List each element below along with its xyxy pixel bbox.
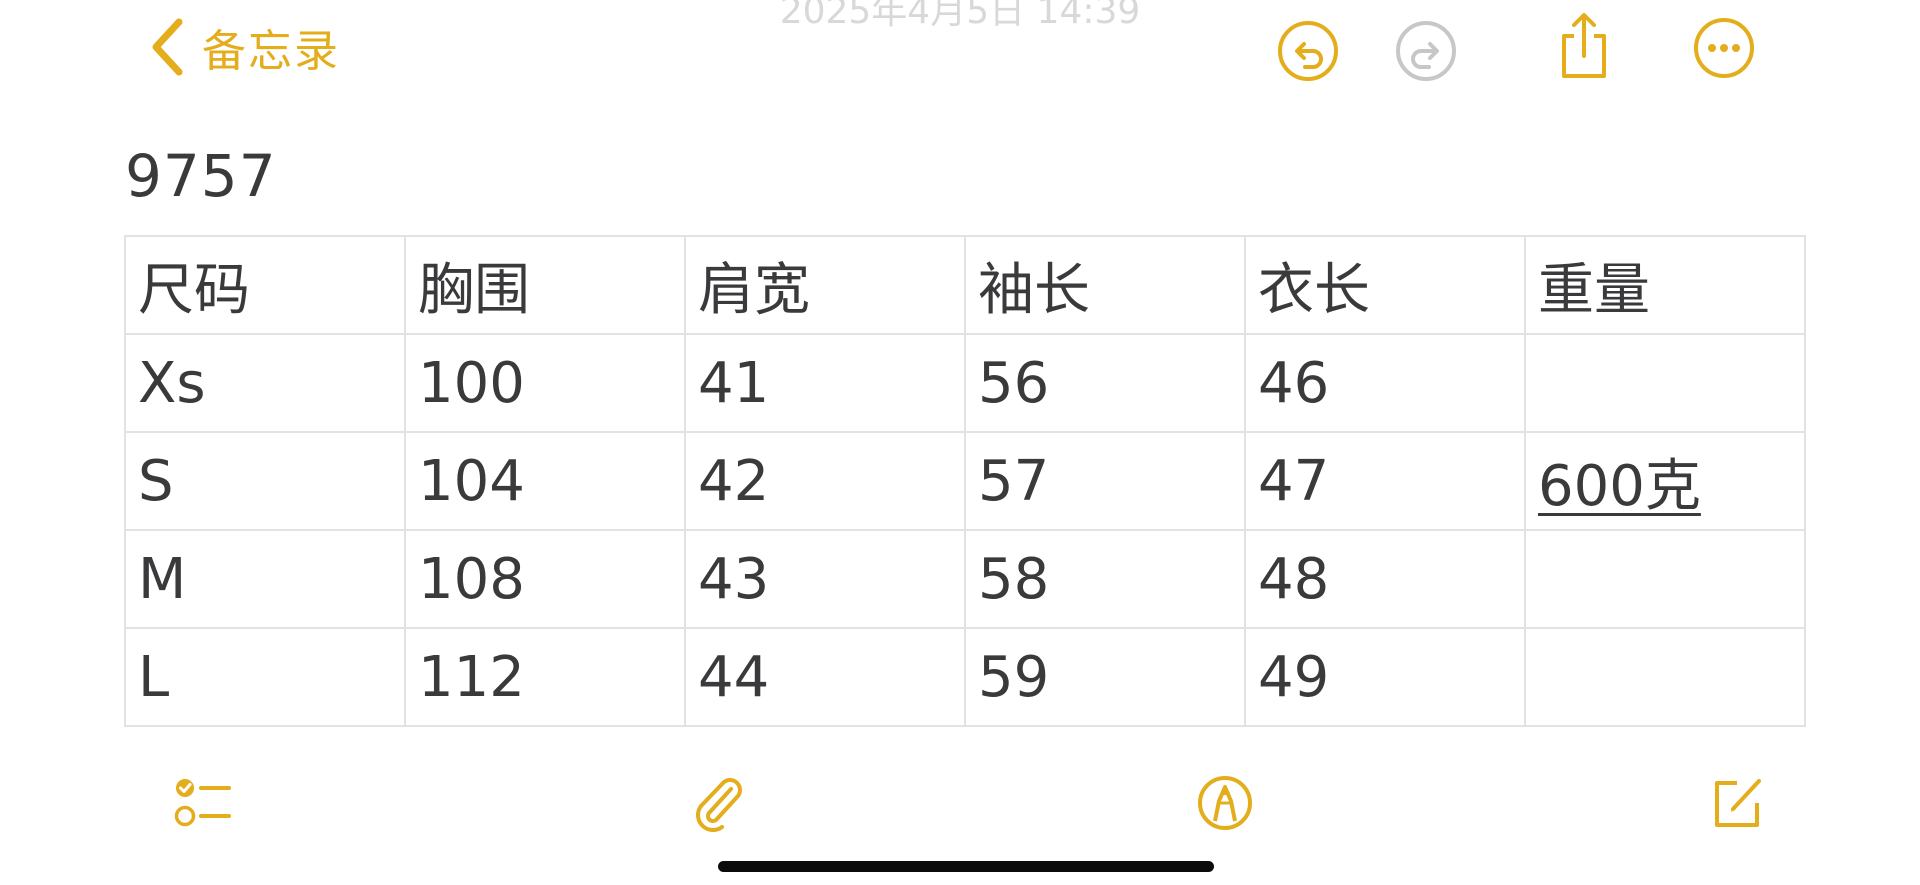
- chevron-left-icon: [150, 18, 184, 76]
- table-header-cell[interactable]: 袖长: [964, 235, 1246, 335]
- compose-icon: [1707, 773, 1767, 837]
- table-cell[interactable]: Xs: [124, 333, 406, 433]
- paperclip-icon: [687, 773, 747, 837]
- table-cell[interactable]: 108: [404, 529, 686, 629]
- table-header-cell[interactable]: 尺码: [124, 235, 406, 335]
- table-cell[interactable]: M: [124, 529, 406, 629]
- table-cell[interactable]: [1524, 333, 1806, 433]
- table-cell[interactable]: 59: [964, 627, 1246, 727]
- home-indicator[interactable]: [718, 861, 1214, 872]
- markup-button[interactable]: [1192, 772, 1258, 838]
- table-row: S 104 42 57 47 600克: [124, 431, 1806, 531]
- table-cell[interactable]: 112: [404, 627, 686, 727]
- size-table[interactable]: 尺码 胸围 肩宽 袖长 衣长 重量 Xs 100 41 56 46 S 104 …: [124, 235, 1806, 727]
- more-icon: [1693, 17, 1755, 79]
- more-button[interactable]: [1692, 16, 1756, 80]
- table-cell[interactable]: 100: [404, 333, 686, 433]
- table-cell[interactable]: 57: [964, 431, 1246, 531]
- compose-button[interactable]: [1704, 772, 1770, 838]
- table-cell[interactable]: 600克: [1524, 431, 1806, 531]
- share-icon: [1554, 10, 1614, 82]
- table-cell[interactable]: 47: [1244, 431, 1526, 531]
- table-cell[interactable]: L: [124, 627, 406, 727]
- table-row: M 108 43 58 48: [124, 529, 1806, 629]
- table-row: Xs 100 41 56 46: [124, 333, 1806, 433]
- table-cell[interactable]: [1524, 529, 1806, 629]
- undo-icon: [1277, 20, 1339, 82]
- redo-button[interactable]: [1394, 19, 1458, 83]
- table-cell[interactable]: 42: [684, 431, 966, 531]
- table-cell[interactable]: 49: [1244, 627, 1526, 727]
- table-cell[interactable]: 56: [964, 333, 1246, 433]
- table-header-cell[interactable]: 肩宽: [684, 235, 966, 335]
- table-header-cell[interactable]: 重量: [1524, 235, 1806, 335]
- pen-markup-icon: [1195, 773, 1255, 837]
- share-button[interactable]: [1552, 10, 1616, 82]
- redo-icon: [1395, 20, 1457, 82]
- attachment-button[interactable]: [684, 772, 750, 838]
- table-cell[interactable]: 48: [1244, 529, 1526, 629]
- table-cell[interactable]: 43: [684, 529, 966, 629]
- table-header-row: 尺码 胸围 肩宽 袖长 衣长 重量: [124, 235, 1806, 335]
- table-row: L 112 44 59 49: [124, 627, 1806, 727]
- table-cell[interactable]: 41: [684, 333, 966, 433]
- table-cell[interactable]: 104: [404, 431, 686, 531]
- table-cell[interactable]: 58: [964, 529, 1246, 629]
- undo-button[interactable]: [1276, 19, 1340, 83]
- back-label: 备忘录: [202, 26, 340, 77]
- checklist-button[interactable]: [170, 772, 236, 838]
- table-cell[interactable]: S: [124, 431, 406, 531]
- table-header-cell[interactable]: 衣长: [1244, 235, 1526, 335]
- checklist-icon: [173, 776, 233, 834]
- table-cell[interactable]: 44: [684, 627, 966, 727]
- weight-value-link[interactable]: 600克: [1538, 454, 1701, 519]
- table-header-cell[interactable]: 胸围: [404, 235, 686, 335]
- note-title[interactable]: 9757: [125, 142, 277, 210]
- table-cell[interactable]: [1524, 627, 1806, 727]
- table-cell[interactable]: 46: [1244, 333, 1526, 433]
- back-button[interactable]: 备忘录: [150, 14, 340, 80]
